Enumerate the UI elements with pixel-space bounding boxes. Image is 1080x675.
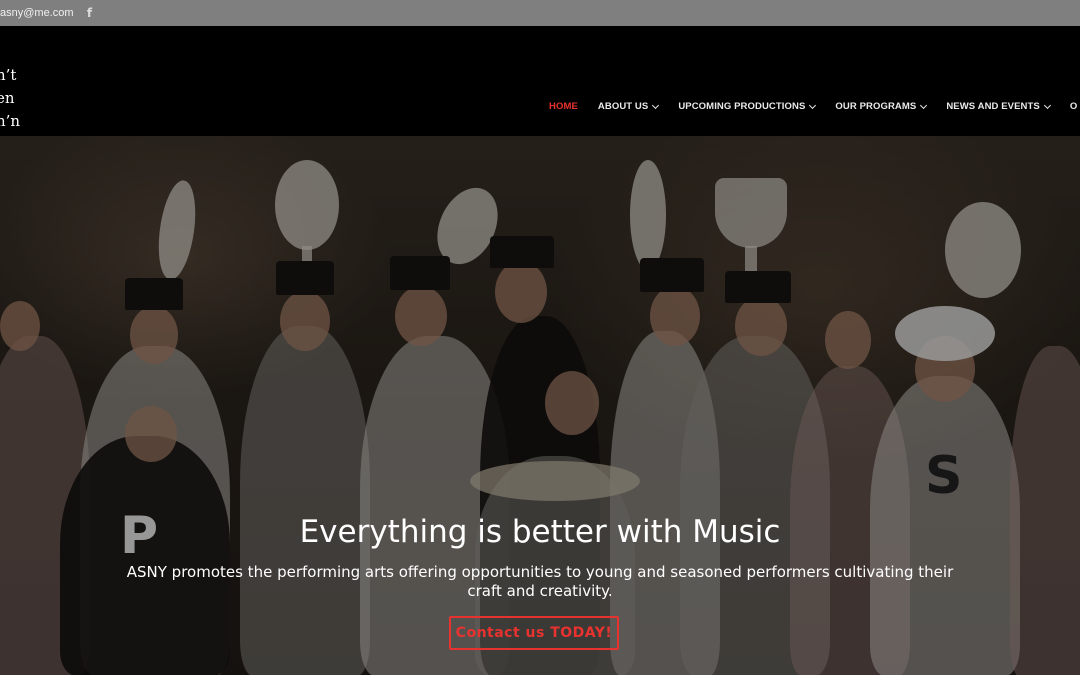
main-nav: HOME ABOUT US UPCOMING PRODUCTIONS OUR P… [549, 101, 1077, 112]
nav-item-news-and-events[interactable]: NEWS AND EVENTS [946, 101, 1051, 112]
chevron-down-icon [1043, 101, 1051, 109]
nav-item-about-us[interactable]: ABOUT US [597, 101, 660, 112]
hero-title: Everything is better with Music [299, 514, 781, 550]
site-header: n’t en h’n et HOME ABOUT US UPCOMING PRO… [0, 26, 1080, 153]
chevron-down-icon [920, 101, 928, 109]
contact-us-button[interactable]: Contact us TODAY! [449, 616, 619, 650]
logo-line: n’t [0, 66, 17, 84]
nav-item-our-programs[interactable]: OUR PROGRAMS [835, 101, 928, 112]
top-bar: asny@me.com f [0, 0, 1080, 26]
facebook-icon[interactable]: f [84, 6, 96, 20]
nav-item-label: UPCOMING PRODUCTIONS [678, 101, 806, 112]
chevron-down-icon [809, 101, 817, 109]
nav-item-upcoming-productions[interactable]: UPCOMING PRODUCTIONS [678, 101, 817, 112]
nav-item-label: HOME [549, 101, 578, 112]
nav-item-truncated[interactable]: O [1070, 101, 1078, 112]
hero-subtitle: ASNY promotes the performing arts offeri… [126, 563, 954, 600]
nav-item-label: O [1069, 101, 1078, 112]
logo-line: h’n [0, 112, 21, 130]
logo-line: en [0, 89, 15, 107]
hero-section: P S Everything is better with Music ASNY… [0, 136, 1080, 675]
contact-email[interactable]: asny@me.com [0, 7, 74, 19]
nav-item-home[interactable]: HOME [549, 101, 578, 112]
chevron-down-icon [652, 101, 660, 109]
nav-item-label: NEWS AND EVENTS [946, 101, 1040, 112]
nav-item-label: ABOUT US [597, 101, 649, 112]
nav-item-label: OUR PROGRAMS [835, 101, 917, 112]
